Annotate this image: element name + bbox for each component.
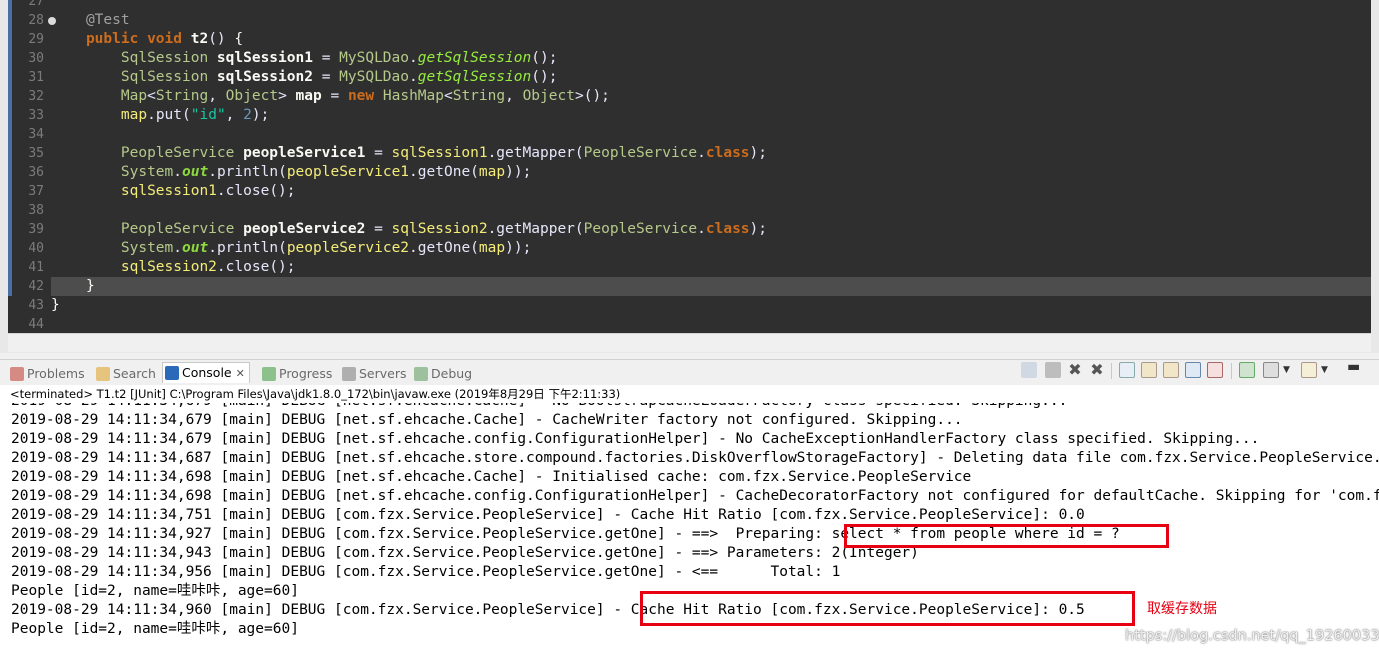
console-line: People [id=2, name=哇咔咔, age=60]	[11, 583, 299, 599]
editor-text-area[interactable]: 27 28 29 30 31 32 33 34 35 36 37 38 39 40 41 42 43 44 @Te…	[8, 0, 1371, 333]
tab-label: Servers	[359, 366, 407, 381]
line-number: 27	[28, 0, 44, 9]
code-line[interactable]: public void t2() {	[51, 30, 1371, 49]
code-line[interactable]	[51, 201, 1371, 220]
clear-console-icon[interactable]	[1119, 362, 1135, 378]
show-on-stderr-icon[interactable]	[1207, 362, 1223, 378]
console-toolbar: ✖ ✖ ▼ ▼ ▬	[1021, 360, 1371, 382]
pin-icon[interactable]	[1239, 362, 1255, 378]
console-line: 2019-08-29 14:11:34,751 [main] DEBUG [co…	[11, 507, 1085, 523]
close-icon[interactable]: ✕	[236, 364, 245, 384]
console-line: 2019-08-29 14:11:34,956 [main] DEBUG [co…	[11, 564, 841, 580]
remove-all-terminated-icon[interactable]: ✖	[1089, 362, 1105, 378]
tab-search[interactable]: Search	[96, 364, 156, 384]
line-number: 31	[28, 70, 44, 85]
chevron-down-icon[interactable]: ▼	[1283, 362, 1291, 378]
tab-label: Problems	[27, 366, 85, 381]
line-number: 32	[28, 89, 44, 104]
code-line[interactable]	[51, 315, 1371, 333]
problems-icon	[10, 366, 24, 381]
line-number: 38	[28, 203, 44, 218]
code-line[interactable]: Map<String, Object> map = new HashMap<St…	[51, 87, 1371, 106]
servers-icon	[342, 366, 356, 381]
tab-label: Debug	[431, 366, 473, 381]
code-line[interactable]: PeopleService peopleService1 = sqlSessio…	[51, 144, 1371, 163]
console-status-line: <terminated> T1.t2 [JUnit] C:\Program Fi…	[0, 385, 1379, 403]
show-on-stdout-icon[interactable]	[1185, 362, 1201, 378]
line-number: 30	[28, 51, 44, 66]
console-icon	[165, 365, 179, 380]
tab-console[interactable]: Console ✕	[162, 362, 250, 383]
code-editor[interactable]: 27 28 29 30 31 32 33 34 35 36 37 38 39 40 41 42 43 44 @Te…	[0, 0, 1379, 353]
highlight-cache-hit-box	[640, 591, 1135, 626]
display-selected-console-icon[interactable]	[1263, 362, 1279, 378]
pin-console-icon[interactable]	[1021, 362, 1037, 378]
console-line: 2019-08-29 14:11:34,687 [main] DEBUG [ne…	[11, 450, 1379, 466]
line-number: 28	[28, 13, 44, 28]
console-line: 2019-08-29 14:11:34,698 [main] DEBUG [ne…	[11, 488, 1379, 504]
chevron-down-icon[interactable]: ▼	[1321, 362, 1329, 378]
code-line[interactable]: }	[51, 296, 1371, 315]
gutter-change-bar	[8, 0, 12, 296]
progress-icon	[262, 366, 276, 381]
open-console-icon[interactable]	[1301, 362, 1317, 378]
code-line[interactable]	[51, 125, 1371, 144]
line-number: 39	[28, 222, 44, 237]
code-line[interactable]: System.out.println(peopleService1.getOne…	[51, 163, 1371, 182]
tab-label: Console	[182, 365, 232, 380]
tab-problems[interactable]: Problems	[10, 364, 85, 384]
remove-launch-icon[interactable]: ✖	[1067, 362, 1083, 378]
line-number: 29	[28, 32, 44, 47]
code-line[interactable]: PeopleService peopleService2 = sqlSessio…	[51, 220, 1371, 239]
editor-vertical-scrollbar[interactable]	[1371, 0, 1379, 333]
code-line[interactable]: sqlSession1.close();	[51, 182, 1371, 201]
minimize-icon[interactable]: ▬	[1347, 360, 1363, 378]
line-number: 44	[28, 317, 44, 332]
tab-label: Progress	[279, 366, 333, 381]
highlight-sql-box	[844, 524, 1169, 548]
scroll-lock-icon[interactable]	[1141, 362, 1157, 378]
word-wrap-icon[interactable]	[1163, 362, 1179, 378]
code-line[interactable]: System.out.println(peopleService2.getOne…	[51, 239, 1371, 258]
code-lines[interactable]: @Test public void t2() { SqlSession sqlS…	[51, 0, 1371, 333]
annotation-label: 取缓存数据	[1147, 601, 1217, 617]
console-line: 2019-08-29 14:11:34,698 [main] DEBUG [ne…	[11, 469, 972, 485]
console-line: People [id=2, name=哇咔咔, age=60]	[11, 621, 299, 637]
line-number: 40	[28, 241, 44, 256]
line-number: 41	[28, 260, 44, 275]
code-line[interactable]: sqlSession2.close();	[51, 258, 1371, 277]
editor-horizontal-scrollbar[interactable]	[8, 333, 1371, 352]
line-number: 37	[28, 184, 44, 199]
line-number: 34	[28, 127, 44, 142]
code-line[interactable]: @Test	[51, 11, 1371, 30]
console-line: 2019-08-29 14:11:34,679 [main] DEBUG [ne…	[11, 431, 1260, 447]
tab-debug[interactable]: Debug	[414, 364, 472, 384]
console-line: 2019-08-29 14:11:34,943 [main] DEBUG [co…	[11, 545, 919, 561]
tab-servers[interactable]: Servers	[342, 364, 407, 384]
line-number: 43	[28, 298, 44, 313]
line-number: 36	[28, 165, 44, 180]
code-line[interactable]: SqlSession sqlSession1 = MySQLDao.getSql…	[51, 49, 1371, 68]
tab-label: Search	[113, 366, 156, 381]
code-line[interactable]: map.put("id", 2);	[51, 106, 1371, 125]
line-number: 42	[28, 279, 44, 294]
code-line[interactable]: SqlSession sqlSession2 = MySQLDao.getSql…	[51, 68, 1371, 87]
console-line: 2019-08-29 14:11:34,679 [main] DEBUG [ne…	[11, 412, 963, 428]
search-icon	[96, 366, 110, 381]
line-number-gutter: 27 28 29 30 31 32 33 34 35 36 37 38 39 40 41 42 43 44	[14, 0, 56, 333]
current-code-line[interactable]: }	[51, 277, 1371, 296]
tab-progress[interactable]: Progress	[262, 364, 332, 384]
debug-icon	[414, 366, 428, 381]
terminate-icon[interactable]	[1045, 362, 1061, 378]
code-line[interactable]	[51, 0, 1371, 11]
line-number: 33	[28, 108, 44, 123]
watermark: https://blog.csdn.net/qq_19260033	[1125, 628, 1379, 644]
line-number: 35	[28, 146, 44, 161]
console-line: 2019-08-29 14:11:34,679 [main] DEBUG [ne…	[11, 403, 1067, 411]
